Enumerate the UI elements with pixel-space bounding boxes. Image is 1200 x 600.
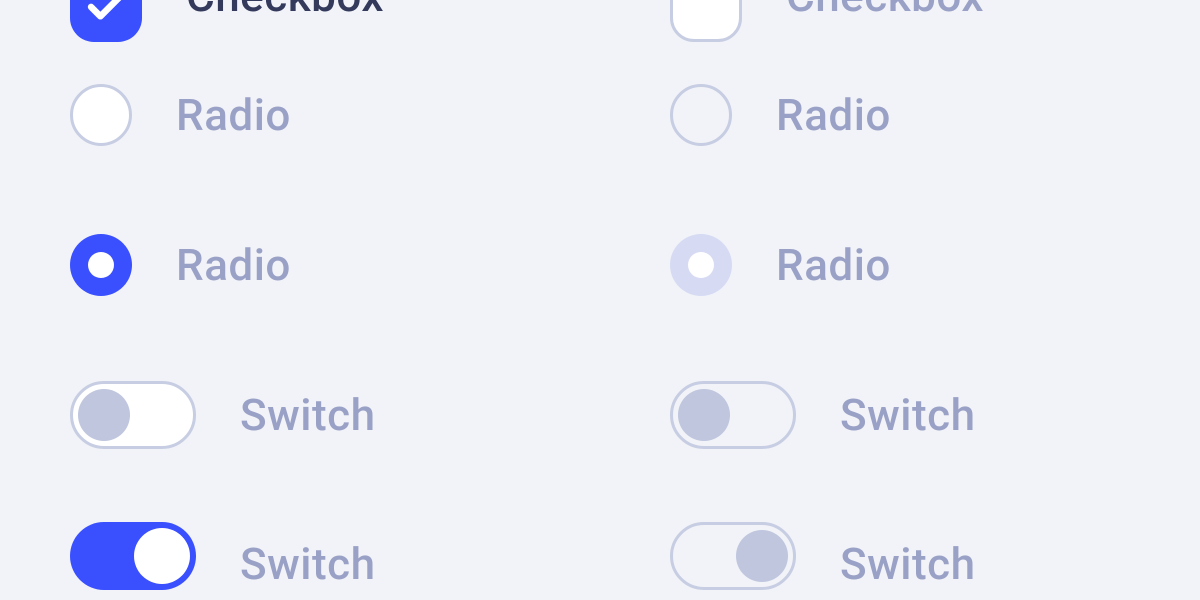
switch-off[interactable] <box>70 381 196 449</box>
radio-label: Radio <box>776 239 891 291</box>
switch-on[interactable] <box>70 522 196 590</box>
switch-disabled-off <box>670 381 796 449</box>
radio-row-disabled-unselected: Radio <box>670 40 1200 190</box>
radio-label: Radio <box>776 89 891 141</box>
radio-selected[interactable] <box>70 234 132 296</box>
radio-label: Radio <box>176 239 291 291</box>
controls-disabled-column: Checkbox Radio Radio Switch Switch <box>600 0 1200 600</box>
checkbox-label: Checkbox <box>186 0 384 22</box>
switch-row-off: Switch <box>70 340 600 490</box>
switch-disabled-on <box>670 522 796 590</box>
checkbox-unchecked[interactable] <box>670 0 742 42</box>
radio-unselected[interactable] <box>70 84 132 146</box>
switch-thumb-icon <box>678 389 730 441</box>
checkbox-label: Checkbox <box>786 0 984 22</box>
radio-dot-icon <box>688 252 714 278</box>
switch-thumb-icon <box>134 528 190 584</box>
switch-thumb-icon <box>78 389 130 441</box>
radio-disabled-selected <box>670 234 732 296</box>
switch-label: Switch <box>240 389 376 441</box>
radio-row-unselected: Radio <box>70 40 600 190</box>
switch-row-on: Switch <box>70 490 600 590</box>
switch-label: Switch <box>840 389 976 441</box>
radio-label: Radio <box>176 89 291 141</box>
checkbox-row: Checkbox <box>70 0 600 40</box>
switch-row-disabled-on: Switch <box>670 490 1200 590</box>
checkbox-checked[interactable] <box>70 0 142 42</box>
radio-row-disabled-selected: Radio <box>670 190 1200 340</box>
radio-disabled-unselected <box>670 84 732 146</box>
check-icon <box>87 0 125 20</box>
checkbox-row-disabled: Checkbox <box>670 0 1200 40</box>
switch-row-disabled-off: Switch <box>670 340 1200 490</box>
radio-dot-icon <box>88 252 114 278</box>
switch-label: Switch <box>240 538 376 590</box>
controls-enabled-column: Checkbox Radio Radio Switch Switch <box>0 0 600 600</box>
radio-row-selected: Radio <box>70 190 600 340</box>
switch-thumb-icon <box>736 530 788 582</box>
switch-label: Switch <box>840 538 976 590</box>
